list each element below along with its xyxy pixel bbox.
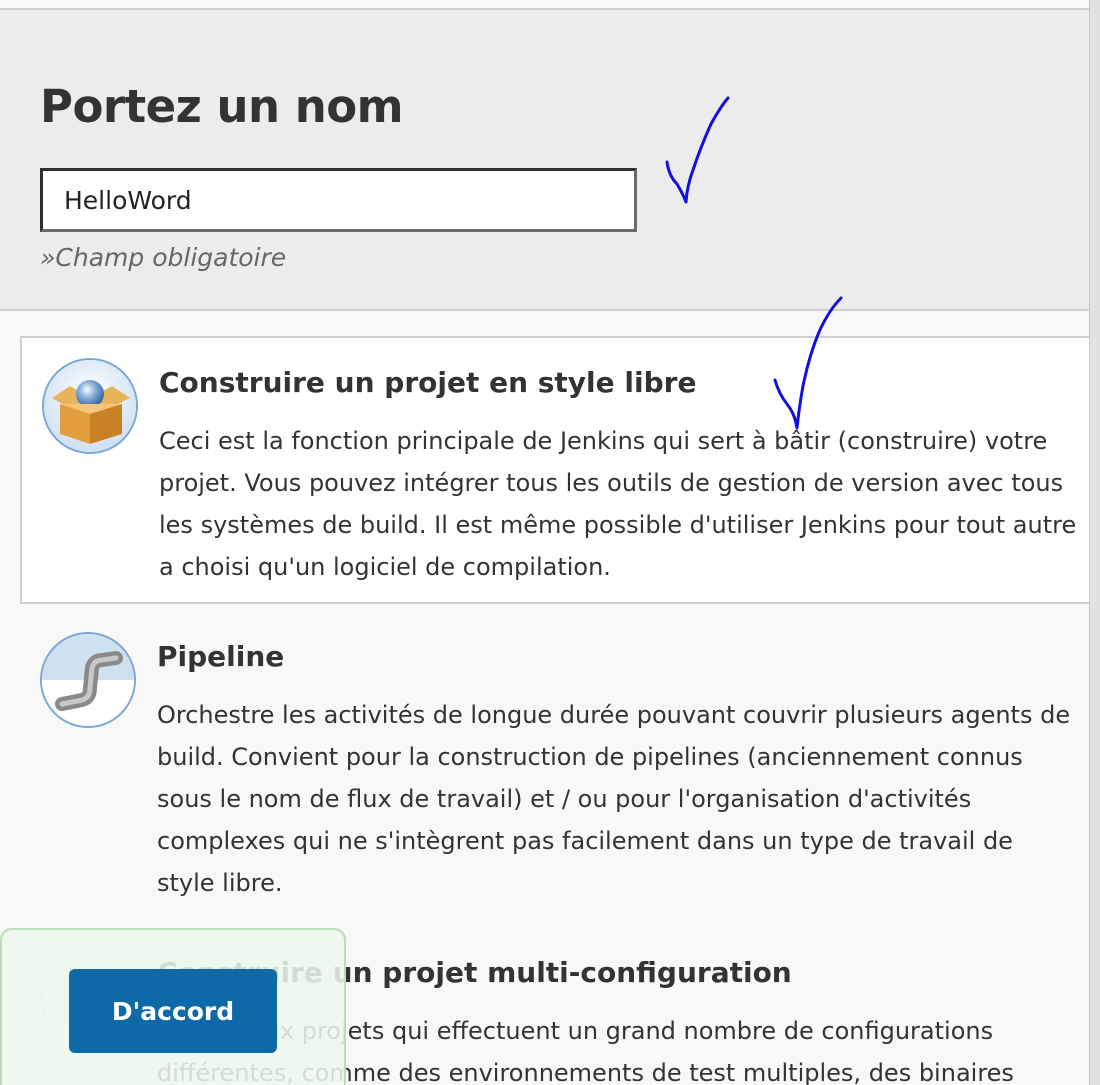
item-type-freestyle[interactable]: Construire un projet en style libre Ceci… (20, 336, 1100, 604)
item-type-pipeline[interactable]: Pipeline Orchestre les activités de long… (20, 612, 1100, 912)
ok-button[interactable]: D'accord (69, 969, 277, 1053)
item-description: Ceci est la fonction principale de Jenki… (159, 427, 1077, 581)
section-title: Portez un nom (40, 80, 404, 133)
pipeline-icon (40, 632, 136, 728)
item-title: Pipeline (157, 640, 285, 673)
window-edge (1089, 0, 1100, 1085)
item-name-section: Portez un nom »Champ obligatoire (0, 10, 1090, 311)
required-field-hint: »Champ obligatoire (40, 243, 287, 272)
freestyle-box-icon (42, 358, 138, 454)
new-item-page: Portez un nom »Champ obligatoire (0, 0, 1100, 1085)
item-description: Orchestre les activités de longue durée … (157, 701, 1071, 897)
item-title: Construire un projet en style libre (159, 366, 697, 399)
item-name-input[interactable] (40, 168, 637, 232)
